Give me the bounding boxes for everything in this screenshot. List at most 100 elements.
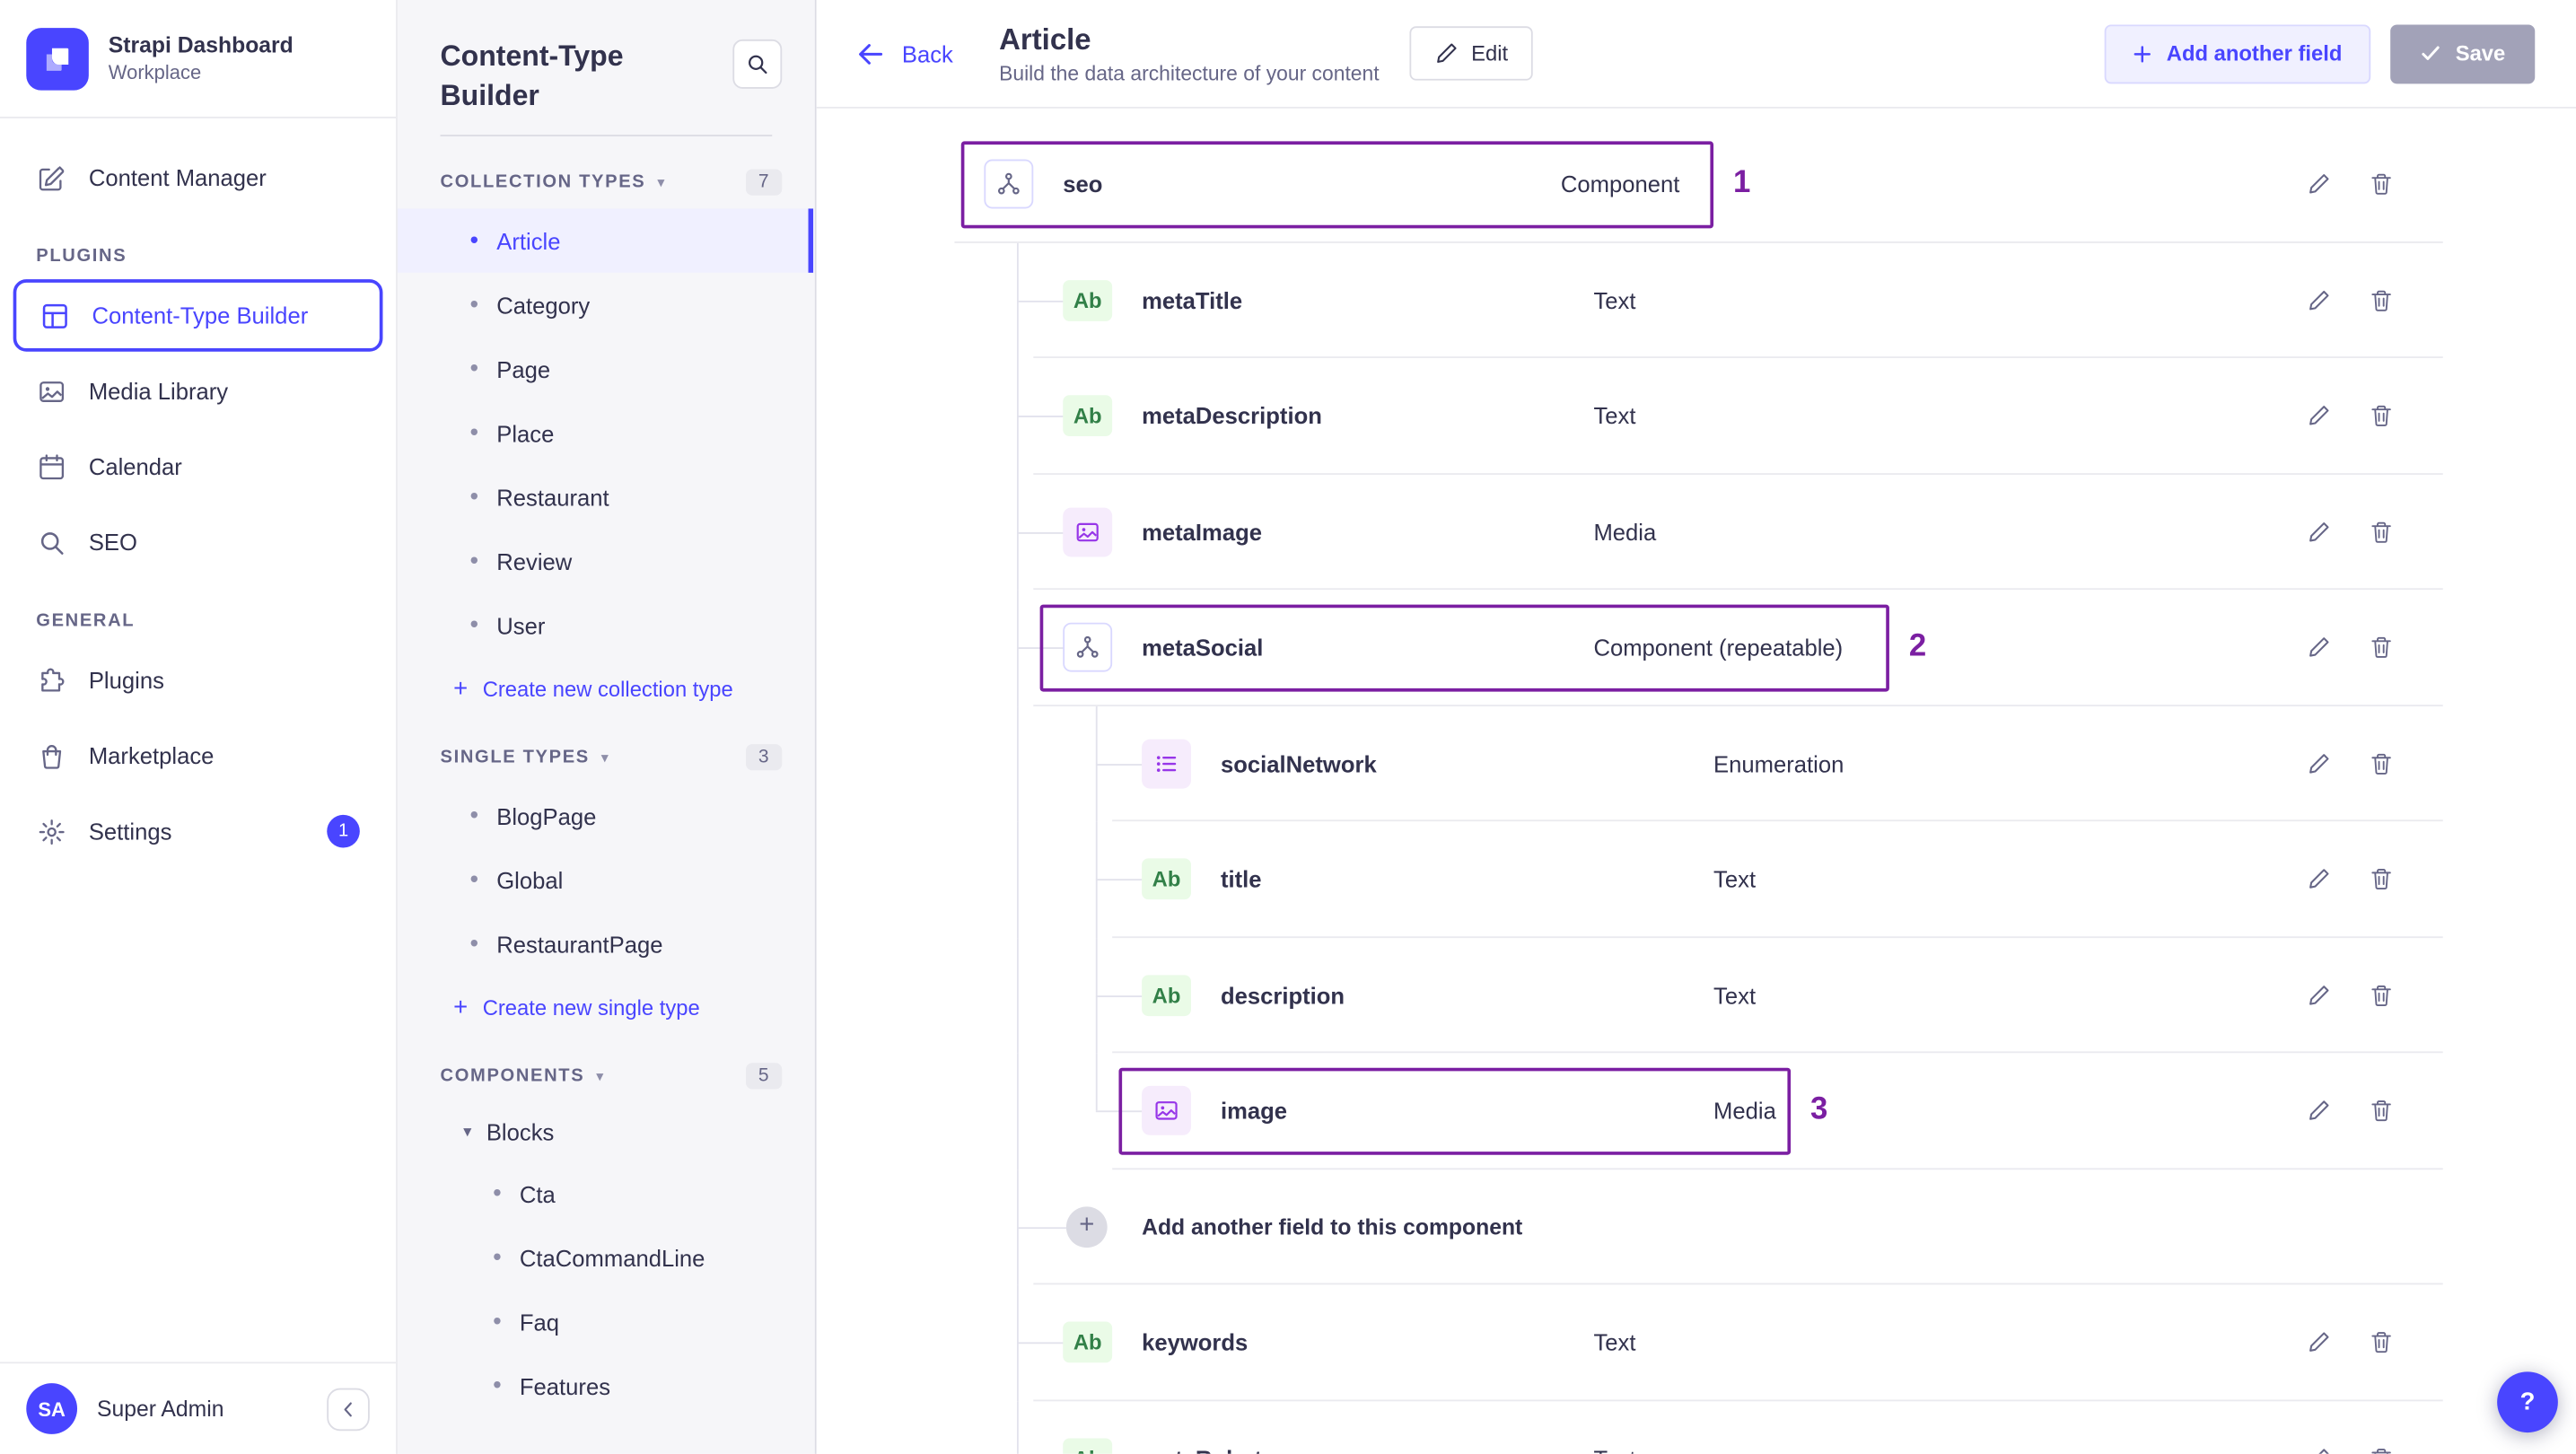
edit-field-button[interactable]	[2307, 172, 2331, 197]
sidebar-item-label: Plugins	[88, 667, 164, 694]
sidebar-item-media-library[interactable]: Media Library	[13, 355, 383, 427]
subnav-item-faq[interactable]: • Faq	[398, 1290, 815, 1353]
sidebar-item-content-type-builder[interactable]: Content-Type Builder	[13, 279, 383, 352]
delete-field-button[interactable]	[2369, 635, 2393, 660]
subnav-item-restaurant[interactable]: • Restaurant	[398, 465, 815, 529]
field-row-keywords: Ab keywords Text	[916, 1284, 2443, 1401]
create-new-collection-type-link[interactable]: + Create new collection type	[398, 657, 815, 721]
media-icon	[1142, 1086, 1192, 1136]
delete-field-button[interactable]	[2369, 983, 2393, 1007]
edit-field-button[interactable]	[2307, 635, 2331, 660]
delete-field-button[interactable]	[2369, 172, 2393, 197]
sidebar-item-label: SEO	[88, 529, 137, 556]
subnav-item-features[interactable]: • Features	[398, 1353, 815, 1417]
bullet-icon: •	[493, 1243, 502, 1272]
add-field-plus-icon[interactable]: +	[1065, 1205, 1108, 1248]
back-arrow-icon	[856, 39, 886, 68]
bullet-icon: •	[469, 418, 479, 447]
fields-table: seo Component 1 Ab metaTitle Text Ab metaDescri…	[916, 127, 2443, 1454]
section-header-collection-types[interactable]: COLLECTION TYPES ▾ 7	[398, 146, 815, 209]
tree-connector	[1095, 763, 1145, 766]
subnav-item-restaurantpage[interactable]: • RestaurantPage	[398, 912, 815, 976]
subnav-item-article[interactable]: • Article	[397, 208, 815, 273]
edit-field-button[interactable]	[2307, 1446, 2331, 1454]
edit-field-button[interactable]	[2307, 288, 2331, 312]
subnav-item-label: CtaCommandLine	[519, 1244, 705, 1271]
add-another-field-button[interactable]: Add another field	[2104, 23, 2370, 83]
section-header-components[interactable]: COMPONENTS ▾ 5	[398, 1040, 815, 1103]
subnav-item-label: Review	[496, 547, 573, 574]
sidebar-item-content-manager[interactable]: Content Manager	[13, 141, 383, 214]
create-new-single-type-link[interactable]: + Create new single type	[398, 976, 815, 1039]
row-actions	[2307, 404, 2394, 428]
component-group-blocks[interactable]: ▾ Blocks	[398, 1102, 815, 1161]
tree-line	[1016, 937, 1019, 1054]
collapse-sidebar-button[interactable]	[327, 1387, 370, 1431]
tree-line	[1095, 1053, 1098, 1111]
field-name: image	[1220, 1098, 1288, 1125]
row-actions	[2307, 172, 2394, 197]
row-actions	[2307, 635, 2394, 660]
calendar-icon	[36, 451, 66, 481]
field-name: metaSocial	[1142, 634, 1264, 661]
edit-button[interactable]: Edit	[1408, 26, 1533, 81]
sidebar-item-label: Calendar	[88, 453, 182, 480]
delete-field-button[interactable]	[2369, 1446, 2393, 1454]
field-type: Text	[1593, 286, 1636, 314]
delete-field-button[interactable]	[2369, 751, 2393, 775]
search-button[interactable]	[732, 39, 783, 89]
subnav-item-blogpage[interactable]: • BlogPage	[398, 784, 815, 847]
field-name: socialNetwork	[1220, 750, 1377, 777]
subnav-item-label: User	[496, 611, 546, 639]
sidebar-item-marketplace[interactable]: Marketplace	[13, 720, 383, 793]
edit-field-button[interactable]	[2307, 520, 2331, 544]
main-content: Back Article Build the data architecture…	[816, 0, 2576, 1454]
delete-field-button[interactable]	[2369, 867, 2393, 891]
sidebar-item-calendar[interactable]: Calendar	[13, 431, 383, 504]
enumeration-icon	[1142, 739, 1192, 789]
field-name: metaImage	[1142, 518, 1263, 546]
help-button[interactable]: ?	[2497, 1371, 2558, 1433]
section-label: COMPONENTS	[440, 1065, 585, 1086]
field-type: Media	[1713, 1098, 1776, 1125]
annotation-number-3: 3	[1810, 1092, 1828, 1128]
delete-field-button[interactable]	[2369, 520, 2393, 544]
add-field-to-component-row[interactable]: + Add another field to this component	[916, 1169, 2443, 1285]
subnav-item-category[interactable]: • Category	[398, 273, 815, 337]
delete-field-button[interactable]	[2369, 1330, 2393, 1354]
tree-connector	[1016, 1226, 1066, 1229]
edit-field-button[interactable]	[2307, 1330, 2331, 1354]
bullet-icon: •	[469, 929, 479, 959]
edit-field-button[interactable]	[2307, 867, 2331, 891]
save-button[interactable]: Save	[2389, 23, 2536, 83]
content-manager-icon	[36, 162, 66, 192]
subnav-item-cta[interactable]: • Cta	[398, 1161, 815, 1225]
sidebar-item-seo[interactable]: SEO	[13, 506, 383, 579]
subnav-item-global[interactable]: • Global	[398, 847, 815, 911]
tree-connector	[1095, 994, 1145, 997]
field-name: metaRobots	[1142, 1445, 1275, 1454]
edit-field-button[interactable]	[2307, 751, 2331, 775]
delete-field-button[interactable]	[2369, 1099, 2393, 1123]
sidebar-nav: Content Manager PLUGINS Content-Type Build…	[0, 118, 396, 1362]
subnav-item-user[interactable]: • User	[398, 593, 815, 657]
tree-line	[1016, 1053, 1019, 1169]
subnav-item-place[interactable]: • Place	[398, 401, 815, 465]
field-name: metaDescription	[1142, 402, 1322, 430]
delete-field-button[interactable]	[2369, 288, 2393, 312]
field-type: Text	[1593, 402, 1636, 430]
back-link[interactable]: Back	[856, 39, 953, 68]
subnav-item-review[interactable]: • Review	[398, 529, 815, 592]
edit-field-button[interactable]	[2307, 1099, 2331, 1123]
edit-field-button[interactable]	[2307, 983, 2331, 1007]
sidebar-item-plugins[interactable]: Plugins	[13, 644, 383, 716]
section-header-single-types[interactable]: SINGLE TYPES ▾ 3	[398, 722, 815, 784]
edit-field-button[interactable]	[2307, 404, 2331, 428]
strapi-logo-icon[interactable]	[26, 27, 89, 90]
avatar[interactable]: SA	[26, 1383, 78, 1434]
sidebar-item-settings[interactable]: Settings 1	[13, 795, 383, 868]
subnav-item-page[interactable]: • Page	[398, 337, 815, 400]
delete-field-button[interactable]	[2369, 404, 2393, 428]
bullet-icon: •	[469, 547, 479, 575]
subnav-item-ctacommandline[interactable]: • CtaCommandLine	[398, 1225, 815, 1289]
